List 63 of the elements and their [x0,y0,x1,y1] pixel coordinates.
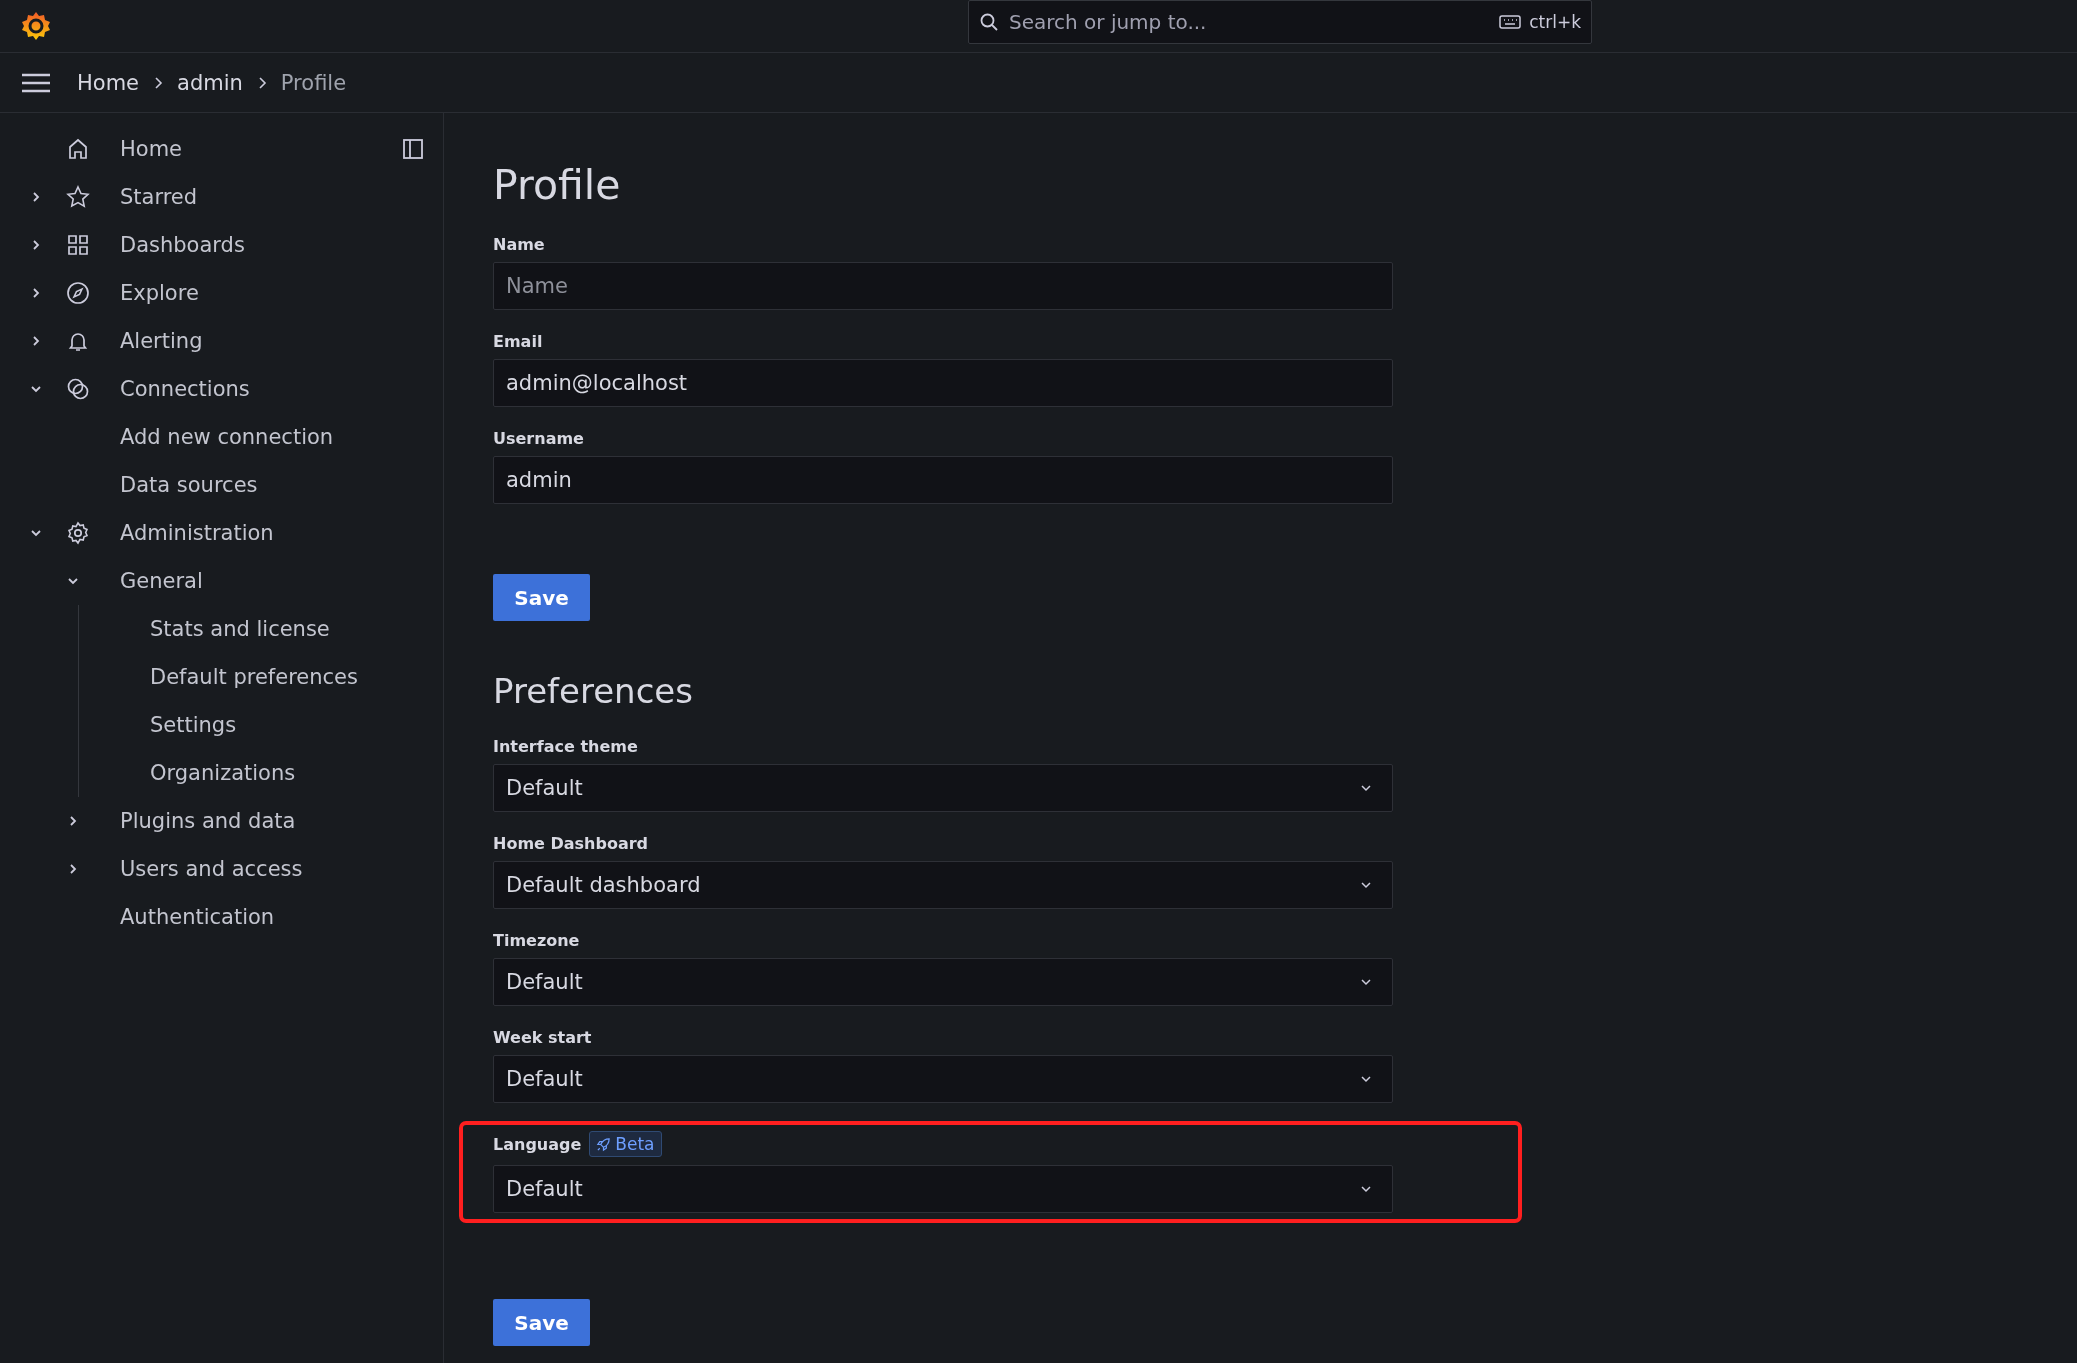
linked-circles-icon [66,377,90,401]
badge-text: Beta [615,1134,655,1154]
breadcrumb-link[interactable]: Home [77,70,139,95]
section-heading: Preferences [493,671,694,711]
field-label: Language [493,1134,582,1154]
save-button[interactable]: Save [493,1299,590,1346]
nav-item[interactable]: Stats and license [150,617,330,641]
select-dropdown[interactable]: Default [493,764,1393,812]
breadcrumb-link[interactable]: Profile [280,70,347,95]
nav-item[interactable]: Add new connection [120,425,334,449]
nav-item[interactable]: Plugins and data [120,809,296,833]
field-label: Week start [493,1028,592,1047]
select-dropdown[interactable]: Default dashboard [493,861,1393,909]
field-label: Interface theme [493,737,638,756]
nav-item[interactable]: Alerting [120,329,203,353]
field-label: Email [493,332,543,351]
nav-item[interactable]: Data sources [120,473,258,497]
chevron-right-icon [153,75,163,90]
chevron-down-icon [1360,976,1372,988]
rocket-icon [596,1136,612,1152]
shortcut-hint: ctrl+k [1529,12,1581,32]
chevron-down-icon [1360,782,1372,794]
nav-item[interactable]: Home [120,137,182,161]
field-label: Name [493,235,545,254]
nav-item[interactable]: Users and access [120,857,303,881]
breadcrumb-link[interactable]: admin [177,70,243,95]
nav-item[interactable]: Explore [120,281,199,305]
section-heading: Profile [493,161,622,209]
text-input[interactable]: admin@localhost [493,359,1393,407]
nav-item[interactable]: Connections [120,377,250,401]
nav-item[interactable]: Default preferences [150,665,358,689]
nav-item[interactable]: Starred [120,185,198,209]
nav-item[interactable]: General [120,569,203,593]
search-input[interactable]: Search or jump to... [1007,9,1492,35]
select-dropdown[interactable]: Default [493,1055,1393,1103]
nav-item[interactable]: Authentication [120,905,275,929]
chevron-right-icon [256,75,267,90]
select-dropdown[interactable]: Default [493,958,1393,1006]
home-icon [66,137,90,161]
field-label: Timezone [493,931,580,950]
menu-icon[interactable] [21,71,51,94]
nav-item[interactable]: Dashboards [120,233,245,257]
dock-icon[interactable] [403,139,423,159]
star-icon [66,185,90,209]
keyboard-icon [1499,14,1522,30]
logo-icon[interactable] [20,10,52,42]
field-label: Home Dashboard [493,834,649,853]
compass-icon [66,281,90,305]
nav-item[interactable]: Organizations [150,761,296,785]
search-bar[interactable]: Search or jump to... ctrl+k [968,0,1592,44]
text-input[interactable]: Name [493,262,1393,310]
chevron-down-icon [1360,879,1372,891]
grid-icon [66,233,90,257]
chevron-down-icon [1360,1073,1372,1085]
chevron-down-icon [1360,1183,1372,1195]
field-label: Username [493,429,584,448]
select-dropdown[interactable]: Default [493,1165,1393,1213]
save-button[interactable]: Save [493,574,590,621]
text-input[interactable]: admin [493,456,1393,504]
nav-item[interactable]: Administration [120,521,274,545]
settings-icon [66,521,90,545]
search-icon [979,12,999,32]
nav-item[interactable]: Settings [150,713,237,737]
